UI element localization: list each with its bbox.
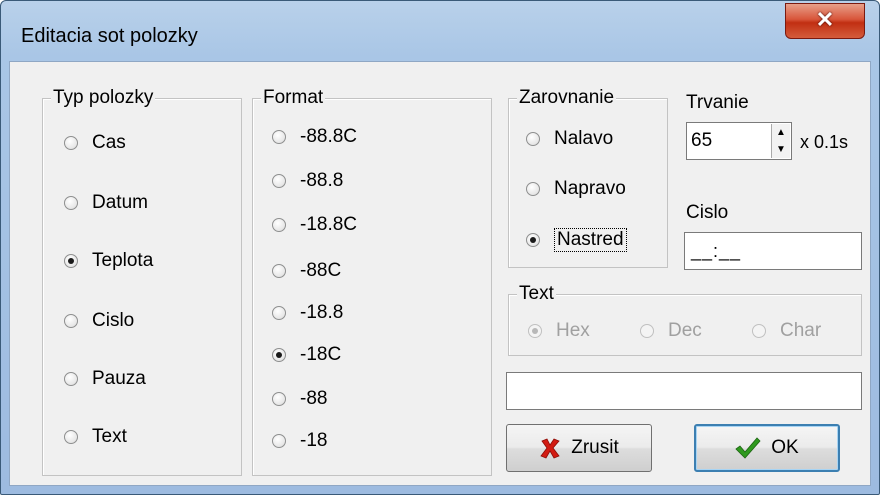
radio-label: Pauza [92,368,146,389]
radio-format-1[interactable]: -88.8C [272,126,357,148]
radio-indicator [526,132,540,146]
radio-indicator-selected [526,233,540,247]
close-icon: ✕ [815,7,835,32]
title-bar[interactable]: Editacia sot polozky ✕ [1,1,879,59]
radio-label: -88.8 [300,170,344,191]
ok-button[interactable]: OK [694,424,840,472]
radio-label: Char [780,320,822,341]
radio-zarovnanie-nalavo[interactable]: Nalavo [526,128,613,150]
spin-down-arrow-icon[interactable]: ▼ [771,141,790,158]
radio-text-dec: Dec [640,320,702,342]
green-checkmark-icon [735,437,761,459]
radio-label-focused: Nastred [554,228,627,252]
radio-label: Dec [668,320,702,341]
radio-label: -18C [300,344,342,365]
zarovnanie-legend: Zarovnanie [517,87,617,109]
radio-label: -18.8C [300,214,358,235]
typ-polozky-legend: Typ polozky [51,87,156,109]
radio-label: -18 [300,430,328,451]
radio-indicator [272,392,286,406]
trvanie-unit: x 0.1s [800,132,849,152]
radio-indicator-selected [528,324,542,338]
cislo-value: __:__ [691,241,742,261]
radio-zarovnanie-nastred[interactable]: Nastred [526,228,627,252]
radio-format-7[interactable]: -88 [272,388,327,410]
ok-button-label: OK [771,437,799,458]
radio-indicator-selected [64,254,78,268]
radio-label: Cas [92,132,126,153]
radio-indicator [272,218,286,232]
radio-format-2[interactable]: -88.8 [272,170,343,192]
radio-text-hex: Hex [528,320,590,342]
cislo-label: Cislo [686,202,729,223]
radio-indicator [64,196,78,210]
radio-indicator [64,136,78,150]
radio-typ-pauza[interactable]: Pauza [64,368,146,390]
radio-indicator [752,324,766,338]
radio-typ-datum[interactable]: Datum [64,192,148,214]
radio-indicator [64,314,78,328]
radio-format-8[interactable]: -18 [272,430,327,452]
close-button[interactable]: ✕ [785,3,865,39]
cancel-button[interactable]: Zrusit [506,424,652,472]
radio-indicator [640,324,654,338]
radio-typ-teplota[interactable]: Teplota [64,250,153,272]
radio-label: Text [92,426,127,447]
radio-label: Hex [556,320,590,341]
trvanie-label: Trvanie [686,92,749,113]
radio-label: -88C [300,260,342,281]
text-input[interactable] [506,372,862,410]
spin-up-arrow-icon[interactable]: ▲ [771,124,790,142]
radio-label: -88.8C [300,126,358,147]
radio-typ-cas[interactable]: Cas [64,132,126,154]
radio-indicator [272,434,286,448]
window-title: Editacia sot polozky [21,25,198,47]
radio-format-4[interactable]: -88C [272,260,341,282]
radio-zarovnanie-napravo[interactable]: Napravo [526,178,626,200]
radio-indicator-selected [272,348,286,362]
typ-polozky-group: Typ polozky [42,87,242,476]
radio-indicator [272,306,286,320]
cancel-button-label: Zrusit [571,437,619,458]
radio-typ-cislo[interactable]: Cislo [64,310,134,332]
radio-indicator [526,182,540,196]
dialog-window: Editacia sot polozky ✕ Typ polozky Cas D… [0,0,880,495]
radio-indicator [272,130,286,144]
radio-label: Cislo [92,310,135,331]
radio-indicator [64,372,78,386]
radio-format-5[interactable]: -18.8 [272,302,343,324]
radio-label: Napravo [554,178,626,199]
radio-format-6[interactable]: -18C [272,344,341,366]
radio-format-3[interactable]: -18.8C [272,214,357,236]
radio-label: Datum [92,192,148,213]
radio-label: Nalavo [554,128,614,149]
radio-label: Teplota [92,250,154,271]
radio-indicator [272,174,286,188]
dialog-client-area: Typ polozky Cas Datum Teplota Cislo Pauz… [9,61,871,486]
radio-text-char: Char [752,320,821,342]
radio-typ-text[interactable]: Text [64,426,127,448]
format-legend: Format [261,87,326,109]
radio-indicator [272,264,286,278]
trvanie-spinbox[interactable]: 65 ▲ ▼ [686,122,792,160]
text-legend: Text [517,283,556,305]
radio-label: -88 [300,388,328,409]
radio-indicator [64,430,78,444]
cislo-input[interactable]: __:__ [684,232,862,270]
red-x-icon [539,437,561,459]
trvanie-value: 65 [691,130,713,151]
format-group: Format [252,87,492,476]
radio-label: -18.8 [300,302,344,323]
